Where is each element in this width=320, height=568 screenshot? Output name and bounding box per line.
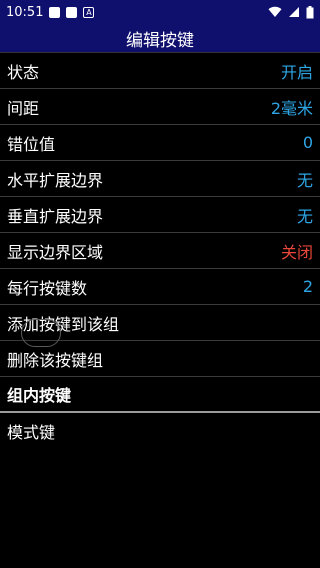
setting-label: 每行按键数	[7, 278, 88, 298]
setting-row-keys-per-row[interactable]: 每行按键数 2	[0, 269, 320, 305]
setting-label: 间距	[7, 98, 40, 118]
setting-row-spacing[interactable]: 间距 2毫米	[0, 89, 320, 125]
group-key-label: 模式键	[7, 423, 56, 442]
setting-label: 错位值	[7, 134, 56, 154]
status-bar: 10:51 A	[0, 0, 320, 24]
setting-label: 垂直扩展边界	[7, 206, 104, 226]
setting-row-vertical-bound[interactable]: 垂直扩展边界 无	[0, 197, 320, 233]
action-label: 删除该按键组	[7, 350, 104, 370]
setting-value: 无	[296, 170, 313, 190]
page-title: 编辑按键	[0, 24, 320, 53]
setting-value: 开启	[280, 62, 313, 82]
setting-label: 状态	[7, 62, 40, 82]
notification-icon	[66, 6, 78, 18]
battery-icon	[306, 5, 314, 18]
signal-icon	[289, 7, 299, 17]
setting-label: 水平扩展边界	[7, 170, 104, 190]
settings-list: 状态 开启 间距 2毫米 错位值 0 水平扩展边界 无 垂直扩展边界 无 显示边…	[0, 53, 320, 449]
notification-icon	[49, 6, 61, 18]
status-time: 10:51	[6, 4, 44, 20]
setting-row-offset[interactable]: 错位值 0	[0, 125, 320, 161]
setting-value: 无	[296, 206, 313, 226]
setting-value: 关闭	[280, 242, 313, 262]
setting-value: 0	[302, 133, 313, 152]
section-title: 组内按键	[7, 386, 72, 405]
group-keys-header: 组内按键	[0, 377, 320, 413]
setting-value: 2	[302, 277, 313, 296]
group-key-item[interactable]: 模式键	[0, 413, 320, 449]
setting-row-show-bound-area[interactable]: 显示边界区域 关闭	[0, 233, 320, 269]
a-notification-icon: A	[83, 6, 95, 18]
setting-value: 2毫米	[270, 98, 313, 118]
setting-label: 显示边界区域	[7, 242, 104, 262]
setting-row-horizontal-bound[interactable]: 水平扩展边界 无	[0, 161, 320, 197]
setting-row-status[interactable]: 状态 开启	[0, 53, 320, 89]
floating-touch-indicator[interactable]	[21, 319, 61, 347]
wifi-icon	[268, 6, 282, 18]
